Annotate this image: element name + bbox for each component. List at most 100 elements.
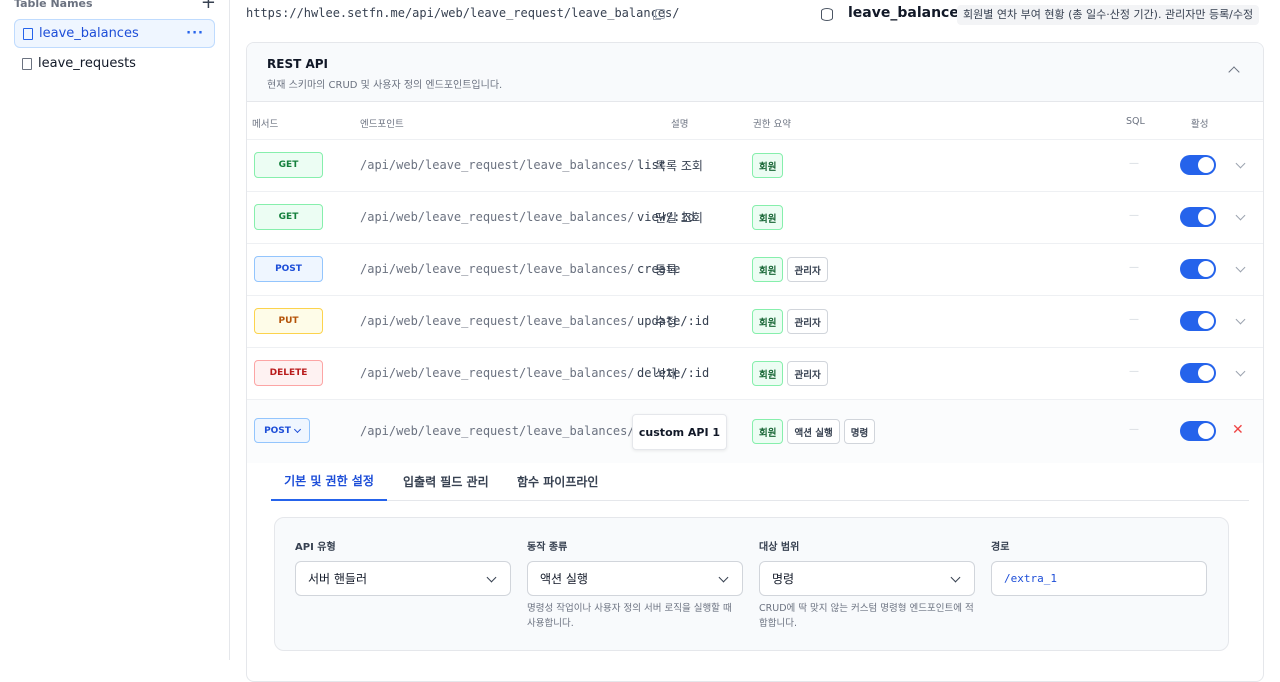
endpoint-description: 단일 조회 — [655, 211, 703, 225]
chevron-up-icon[interactable] — [1228, 66, 1240, 78]
permission-badges: 회원 관리자 — [752, 361, 828, 386]
chevron-down-icon — [950, 572, 961, 583]
permission-badges: 회원 액션 실행 명령 — [752, 419, 876, 444]
settings-card: API 유형 서버 핸들러 동작 종류 액션 실행 명령성 작업이나 사용자 정… — [274, 517, 1229, 651]
method-badge: GET — [254, 204, 323, 230]
endpoint-path: /api/web/leave_request/leave_balances/ — [360, 314, 635, 328]
scope-label: 대상 범위 — [759, 542, 800, 553]
plus-icon[interactable]: + — [201, 0, 216, 12]
file-icon — [23, 27, 33, 40]
table-title: leave_balances — [848, 5, 968, 21]
tab-io-fields[interactable]: 입출력 필드 관리 — [403, 461, 489, 501]
col-endpoint: 엔드포인트 — [360, 119, 404, 130]
base-url: https://hwlee.setfn.me/api/web/leave_req… — [246, 6, 680, 20]
table-row[interactable]: GET /api/web/leave_request/leave_balance… — [247, 191, 1263, 243]
close-icon[interactable]: ✕ — [1232, 422, 1244, 438]
api-type-value: 서버 핸들러 — [308, 572, 368, 586]
chevron-down-icon[interactable] — [1235, 210, 1246, 221]
table-row[interactable]: GET /api/web/leave_request/leave_balance… — [247, 139, 1263, 191]
scope-help: CRUD에 딱 맞지 않는 커스텀 명령형 엔드포인트에 적합합니다. — [759, 603, 974, 629]
chevron-down-icon — [486, 572, 497, 583]
custom-api-name[interactable]: custom API 1 — [632, 414, 727, 450]
perm-badge: 명령 — [843, 419, 876, 444]
method-badge: GET — [254, 152, 323, 178]
perm-badge: 회원 — [752, 153, 784, 178]
sql-value: — — [1129, 366, 1139, 377]
scope-select[interactable]: 명령 — [759, 561, 975, 596]
col-sql: SQL — [1126, 116, 1145, 127]
active-toggle[interactable] — [1180, 311, 1216, 331]
rest-api-panel: REST API 현재 스키마의 CRUD 및 사용자 정의 엔드포인트입니다.… — [246, 42, 1264, 682]
sidebar-item-leave-balances[interactable]: leave_balances ··· — [14, 19, 215, 48]
action-kind-help: 명령성 작업이나 사용자 정의 서버 로직을 실행할 때 사용합니다. — [527, 603, 732, 629]
panel-title: REST API — [267, 57, 328, 71]
method-badge: POST — [254, 256, 323, 282]
perm-badge: 회원 — [752, 205, 784, 230]
chevron-down-icon[interactable] — [1235, 262, 1246, 273]
method-dropdown-label: POST — [264, 425, 291, 436]
perm-badge: 회원 — [752, 309, 784, 334]
endpoint-description: 삭제 — [655, 367, 678, 381]
sidebar-item-leave-requests[interactable]: leave_requests — [14, 49, 215, 78]
action-kind-label: 동작 종류 — [527, 542, 568, 553]
endpoint-description: 목록 조회 — [655, 159, 703, 173]
method-dropdown[interactable]: POST — [254, 418, 310, 443]
sql-value: — — [1129, 158, 1139, 169]
perm-badge: 관리자 — [787, 309, 828, 334]
endpoint-description: 수정 — [655, 315, 678, 329]
endpoint-path: /api/web/leave_request/leave_balances/ — [360, 262, 635, 276]
active-toggle[interactable] — [1180, 207, 1216, 227]
permission-badges: 회원 — [752, 205, 784, 230]
more-icon[interactable]: ··· — [186, 26, 204, 41]
tab-function-pipeline[interactable]: 함수 파이프라인 — [517, 461, 598, 501]
method-badge: DELETE — [254, 360, 323, 386]
file-icon — [22, 57, 32, 70]
col-method: 메서드 — [252, 119, 279, 130]
permission-badges: 회원 관리자 — [752, 309, 828, 334]
active-toggle[interactable] — [1180, 421, 1216, 441]
table-row[interactable]: POST /api/web/leave_request/leave_balanc… — [247, 243, 1263, 295]
active-toggle[interactable] — [1180, 363, 1216, 383]
table-description: 회원별 연차 부여 현황 (총 일수·산정 기간). 관리자만 등록/수정 — [957, 5, 1260, 25]
copy-icon[interactable] — [653, 9, 665, 20]
permission-badges: 회원 관리자 — [752, 257, 828, 282]
endpoint-path: /api/web/leave_request/leave_balances/ — [360, 158, 635, 172]
chevron-down-icon — [718, 572, 729, 583]
chevron-down-icon[interactable] — [1235, 158, 1246, 169]
panel-header[interactable]: REST API 현재 스키마의 CRUD 및 사용자 정의 엔드포인트입니다. — [247, 43, 1263, 102]
permission-badges: 회원 — [752, 153, 784, 178]
sql-value: — — [1129, 210, 1139, 221]
chevron-down-icon — [293, 425, 301, 433]
sidebar-item-label: leave_requests — [38, 56, 136, 71]
database-icon — [821, 8, 833, 21]
path-label: 경로 — [991, 542, 1010, 553]
active-toggle[interactable] — [1180, 155, 1216, 175]
method-badge: PUT — [254, 308, 323, 334]
tab-basic-permission[interactable]: 기본 및 권한 설정 — [271, 461, 387, 501]
perm-badge: 회원 — [752, 419, 784, 444]
active-toggle[interactable] — [1180, 259, 1216, 279]
col-description: 설명 — [671, 119, 689, 130]
api-type-label: API 유형 — [295, 542, 336, 553]
api-type-select[interactable]: 서버 핸들러 — [295, 561, 511, 596]
perm-badge: 관리자 — [787, 361, 828, 386]
settings-tabs: 기본 및 권한 설정 입출력 필드 관리 함수 파이프라인 — [271, 461, 1249, 501]
perm-badge: 회원 — [752, 257, 784, 282]
sidebar-item-label: leave_balances — [39, 26, 139, 41]
sidebar-title: Table Names — [14, 0, 93, 10]
custom-api-row[interactable]: POST /api/web/leave_request/leave_balanc… — [247, 399, 1263, 463]
perm-badge: 액션 실행 — [787, 419, 840, 444]
chevron-down-icon[interactable] — [1235, 366, 1246, 377]
endpoint-path: /api/web/leave_request/leave_balances/ — [360, 366, 635, 380]
table-row[interactable]: PUT /api/web/leave_request/leave_balance… — [247, 295, 1263, 347]
table-row[interactable]: DELETE /api/web/leave_request/leave_bala… — [247, 347, 1263, 399]
sql-value: — — [1129, 314, 1139, 325]
endpoint-path: /api/web/leave_request/leave_balances/ — [360, 424, 635, 438]
panel-subtitle: 현재 스키마의 CRUD 및 사용자 정의 엔드포인트입니다. — [267, 80, 503, 91]
chevron-down-icon[interactable] — [1235, 314, 1246, 325]
sql-value: — — [1129, 424, 1139, 435]
action-kind-select[interactable]: 액션 실행 — [527, 561, 743, 596]
sidebar: Table Names + leave_balances ··· leave_r… — [0, 0, 230, 660]
sidebar-header: Table Names + — [14, 0, 216, 12]
path-input[interactable]: /extra_1 — [991, 561, 1207, 596]
